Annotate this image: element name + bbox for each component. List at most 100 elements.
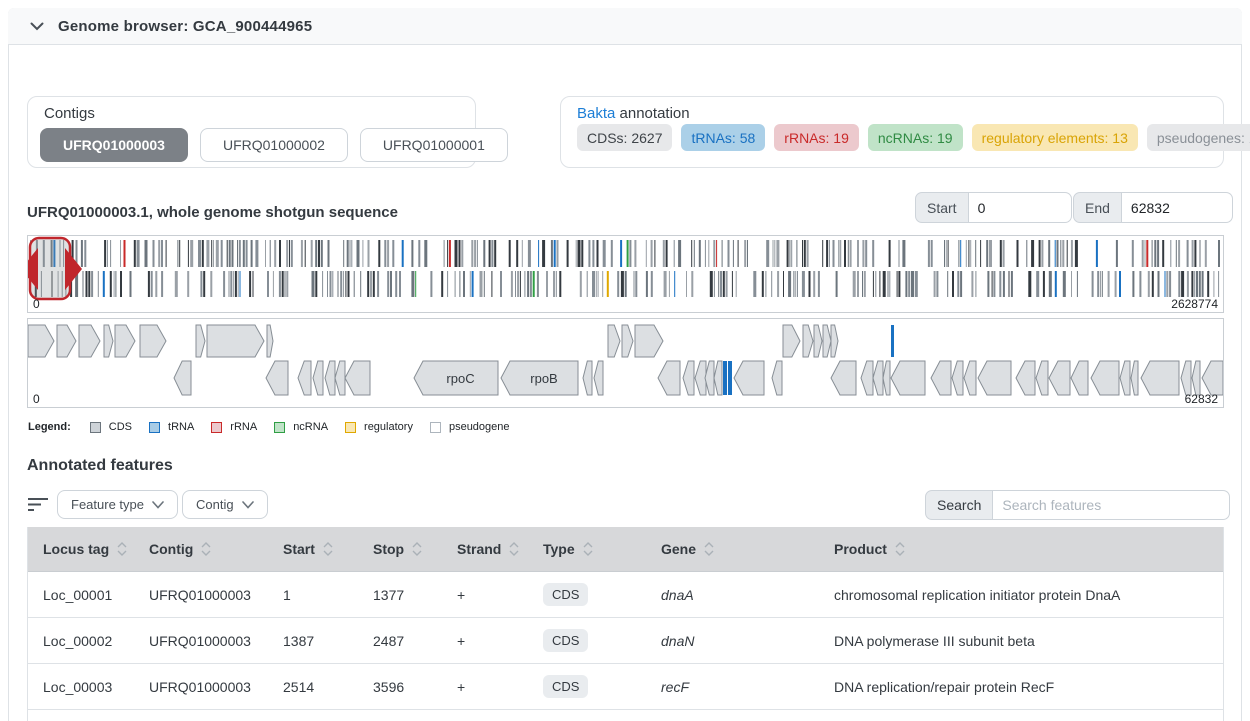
- gene-arrow[interactable]: [1036, 361, 1048, 395]
- column-header-type[interactable]: Type: [528, 541, 646, 557]
- gene-arrow[interactable]: [104, 325, 113, 357]
- end-input[interactable]: [1122, 192, 1233, 223]
- feature-bar: [114, 271, 115, 297]
- gene-arrow[interactable]: [772, 361, 782, 395]
- gene-arrow[interactable]: [1016, 361, 1035, 395]
- gene-arrow[interactable]: [931, 361, 951, 395]
- gene-arrow[interactable]: [583, 361, 592, 395]
- column-header-product[interactable]: Product: [819, 541, 1223, 557]
- trna-bar[interactable]: [728, 361, 732, 395]
- sort-icon[interactable]: [509, 542, 519, 556]
- gene-arrow[interactable]: [734, 361, 764, 395]
- gene-arrow[interactable]: [298, 361, 311, 395]
- gene-arrow[interactable]: [861, 361, 873, 395]
- gene-arrow[interactable]: [658, 361, 680, 395]
- gene-arrow[interactable]: [883, 361, 890, 395]
- gene-arrow[interactable]: [683, 361, 694, 395]
- gene-arrow[interactable]: [207, 325, 264, 357]
- column-header-strand[interactable]: Strand: [442, 541, 528, 557]
- detail-track[interactable]: rpoCrpoB 0 62832: [27, 318, 1224, 408]
- sort-icon[interactable]: [583, 542, 593, 556]
- gene-arrow[interactable]: [1192, 361, 1200, 395]
- gene-arrow[interactable]: [1049, 361, 1070, 395]
- gene-arrow[interactable]: [873, 361, 883, 395]
- gene-arrow[interactable]: [335, 361, 345, 395]
- gene-arrow[interactable]: [196, 325, 205, 357]
- gene-arrow[interactable]: [622, 325, 633, 357]
- feature-bar: [522, 240, 523, 267]
- feature-bar: [705, 240, 706, 267]
- gene-arrow[interactable]: [267, 325, 273, 357]
- feature-bar: [378, 240, 380, 267]
- gene-arrow[interactable]: [608, 325, 620, 357]
- sort-icon[interactable]: [201, 542, 211, 556]
- feature-bar: [1199, 271, 1201, 297]
- gene-arrow[interactable]: [695, 361, 706, 395]
- overview-track-svg[interactable]: [28, 236, 1223, 312]
- sort-icon[interactable]: [412, 542, 422, 556]
- gene-arrow[interactable]: [831, 325, 838, 357]
- contig-button-UFRQ01000001[interactable]: UFRQ01000001: [360, 128, 508, 162]
- badge-cds-count: CDSs: 2627: [577, 124, 672, 151]
- gene-arrow[interactable]: [1071, 361, 1088, 395]
- column-header-start[interactable]: Start: [268, 541, 358, 557]
- bakta-link[interactable]: Bakta: [577, 105, 615, 122]
- table-row[interactable]: Loc_00002 UFRQ01000003 1387 2487 + CDS d…: [28, 618, 1223, 664]
- feature-type-filter-dropdown[interactable]: Feature type: [57, 490, 178, 519]
- gene-arrow[interactable]: [783, 325, 800, 357]
- contig-filter-dropdown[interactable]: Contig: [182, 490, 268, 519]
- gene-arrow[interactable]: [28, 325, 54, 357]
- overview-end-coord: 2628774: [1171, 297, 1218, 311]
- gene-arrow[interactable]: [140, 325, 166, 357]
- gene-arrow[interactable]: [803, 325, 813, 357]
- sort-icon[interactable]: [895, 542, 905, 556]
- gene-arrow[interactable]: [714, 361, 722, 395]
- trna-bar[interactable]: [723, 361, 727, 395]
- gene-arrow[interactable]: [115, 325, 135, 357]
- feature-bar: [1026, 240, 1027, 267]
- column-header-locus-tag[interactable]: Locus tag: [28, 541, 134, 557]
- trna-bar[interactable]: [891, 325, 894, 357]
- gene-arrow[interactable]: [174, 361, 191, 395]
- gene-arrow[interactable]: [266, 361, 288, 395]
- gene-arrow[interactable]: [831, 361, 856, 395]
- search-input[interactable]: [993, 490, 1230, 520]
- column-header-gene[interactable]: Gene: [646, 541, 819, 557]
- column-header-contig[interactable]: Contig: [134, 541, 268, 557]
- feature-bar: [1194, 271, 1195, 297]
- gene-arrow[interactable]: [964, 361, 976, 395]
- gene-arrow[interactable]: [313, 361, 323, 395]
- sort-icon[interactable]: [704, 542, 714, 556]
- gene-arrow[interactable]: [891, 361, 925, 395]
- table-row[interactable]: Loc_00003 UFRQ01000003 2514 3596 + CDS r…: [28, 664, 1223, 710]
- gene-arrow[interactable]: [1202, 361, 1223, 395]
- gene-arrow[interactable]: [594, 361, 603, 395]
- gene-arrow[interactable]: [814, 325, 822, 357]
- browser-header[interactable]: Genome browser: GCA_900444965: [8, 8, 1242, 45]
- gene-arrow[interactable]: [823, 325, 831, 357]
- detail-track-svg[interactable]: rpoCrpoB: [28, 319, 1223, 407]
- sort-icon[interactable]: [323, 542, 333, 556]
- column-header-stop[interactable]: Stop: [358, 541, 442, 557]
- gene-arrow[interactable]: [57, 325, 76, 357]
- gene-arrow[interactable]: [345, 361, 370, 395]
- gene-arrow[interactable]: [1141, 361, 1179, 395]
- table-row[interactable]: Loc_00001 UFRQ01000003 1 1377 + CDS dnaA…: [28, 572, 1223, 618]
- contig-button-UFRQ01000003[interactable]: UFRQ01000003: [40, 128, 188, 162]
- gene-arrow[interactable]: [79, 325, 100, 357]
- gene-arrow[interactable]: [1091, 361, 1119, 395]
- gene-arrow[interactable]: [952, 361, 963, 395]
- feature-bar: [777, 271, 779, 297]
- overview-track[interactable]: 0 2628774: [27, 235, 1224, 313]
- gene-arrow[interactable]: [1181, 361, 1191, 395]
- gene-arrow[interactable]: [635, 325, 663, 357]
- gene-arrow[interactable]: [1120, 361, 1130, 395]
- gene-arrow[interactable]: [1131, 361, 1138, 395]
- gene-arrow[interactable]: [325, 361, 335, 395]
- sort-icon[interactable]: [117, 542, 127, 556]
- feature-bar: [1043, 271, 1045, 297]
- chevron-down-icon[interactable]: [30, 22, 44, 31]
- contig-button-UFRQ01000002[interactable]: UFRQ01000002: [200, 128, 348, 162]
- start-input[interactable]: [969, 192, 1072, 223]
- gene-arrow[interactable]: [978, 361, 1011, 395]
